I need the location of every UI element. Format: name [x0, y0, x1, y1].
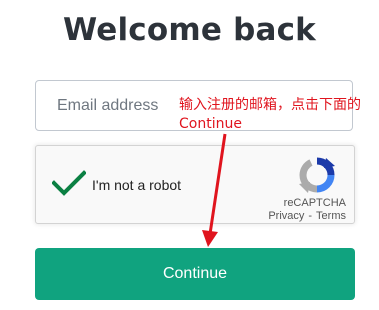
- recaptcha-logo-icon: [299, 157, 335, 193]
- recaptcha-brand: reCAPTCHA: [283, 197, 346, 209]
- annotation-note: 输入注册的邮箱，点击下面的 Continue: [179, 96, 377, 134]
- link-separator: -: [308, 210, 313, 222]
- terms-link[interactable]: Terms: [316, 210, 346, 222]
- annotation-line-2: Continue: [179, 116, 242, 132]
- privacy-link[interactable]: Privacy: [268, 210, 304, 222]
- annotation-line-1: 输入注册的邮箱，点击下面的: [179, 97, 361, 113]
- recaptcha-label: I'm not a robot: [92, 177, 182, 193]
- recaptcha-links: Privacy - Terms: [268, 210, 346, 222]
- page-title: Welcome back: [62, 12, 317, 48]
- recaptcha-widget: I'm not a robot reCAPTCHA Privacy - Terms: [35, 145, 355, 224]
- continue-button[interactable]: Continue: [35, 248, 355, 300]
- checkmark-icon[interactable]: [52, 170, 86, 196]
